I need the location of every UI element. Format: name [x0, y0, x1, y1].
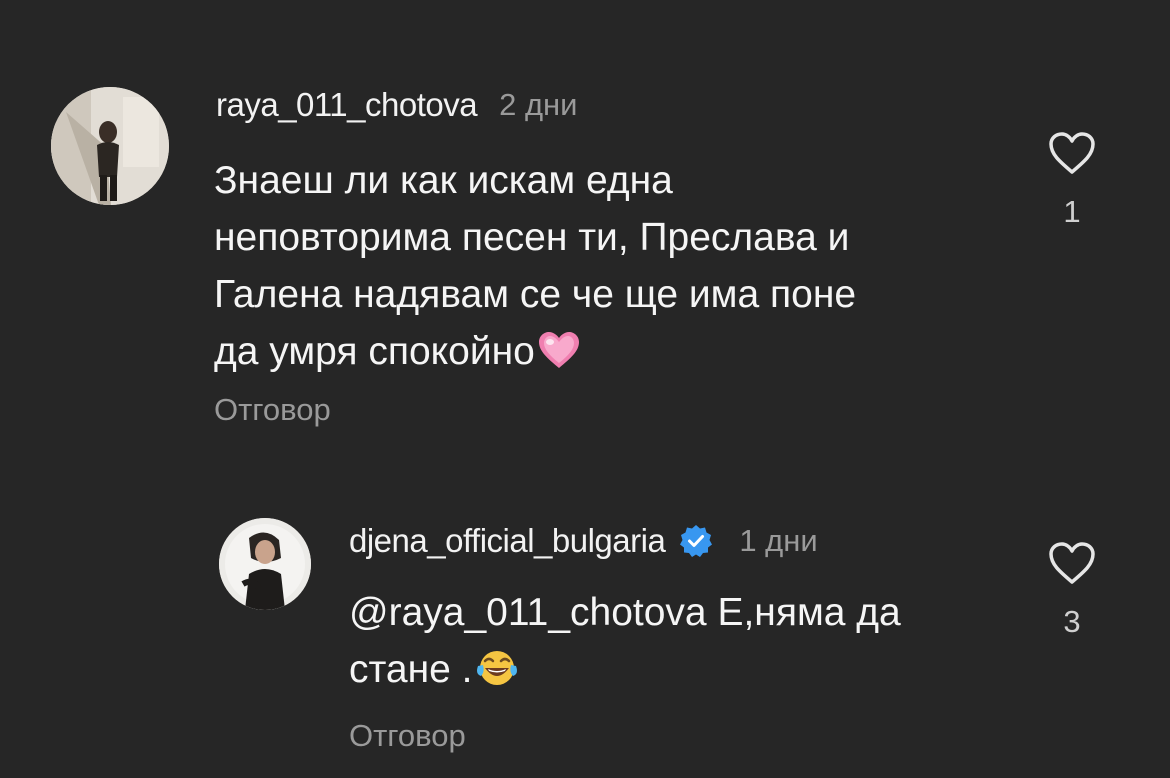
heart-icon[interactable]: [1047, 540, 1097, 586]
username[interactable]: raya_011_chotova: [216, 86, 478, 124]
time-ago: 2 дни: [499, 87, 578, 122]
pink-heart-emoji-icon: [538, 332, 579, 368]
verified-badge-icon: [679, 524, 713, 558]
time-ago: 1 дни: [739, 523, 818, 558]
comment-line: Знаеш ли как искам една: [214, 159, 673, 202]
reply-comment-item: djena_official_bulgaria 1 дни @raya_011_…: [0, 450, 1170, 778]
like-control: 1: [1044, 130, 1100, 230]
comment-meta: raya_011_chotova 2 дни: [216, 86, 577, 124]
reply-button[interactable]: Отговор: [214, 392, 331, 428]
username[interactable]: djena_official_bulgaria: [349, 522, 666, 560]
comment-line: @raya_011_chotova Е,няма да: [349, 591, 901, 634]
comment-line: Галена надявам се че ще има поне: [214, 273, 857, 316]
heart-icon[interactable]: [1047, 130, 1097, 176]
tears-of-joy-emoji-icon: [476, 651, 517, 685]
like-control: 3: [1044, 540, 1100, 640]
avatar[interactable]: [219, 518, 311, 610]
like-count: 3: [1063, 604, 1081, 639]
comment-line: неповторима песен ти, Преслава и: [214, 216, 850, 259]
avatar-photo: [219, 518, 311, 610]
comment-item: raya_011_chotova 2 дни Знаеш ли как иска…: [0, 0, 1170, 450]
reply-button[interactable]: Отговор: [349, 718, 466, 754]
avatar[interactable]: [51, 87, 169, 205]
comment-line: стане .: [349, 648, 473, 691]
comment-line: да умря спокойно: [214, 330, 535, 373]
comment-meta: djena_official_bulgaria 1 дни: [349, 522, 818, 560]
avatar-photo: [51, 87, 169, 205]
comment-text: Знаеш ли как искам една неповторима песе…: [214, 152, 856, 380]
like-count: 1: [1063, 194, 1081, 229]
comment-text: @raya_011_chotova Е,няма да стане .: [349, 584, 901, 698]
